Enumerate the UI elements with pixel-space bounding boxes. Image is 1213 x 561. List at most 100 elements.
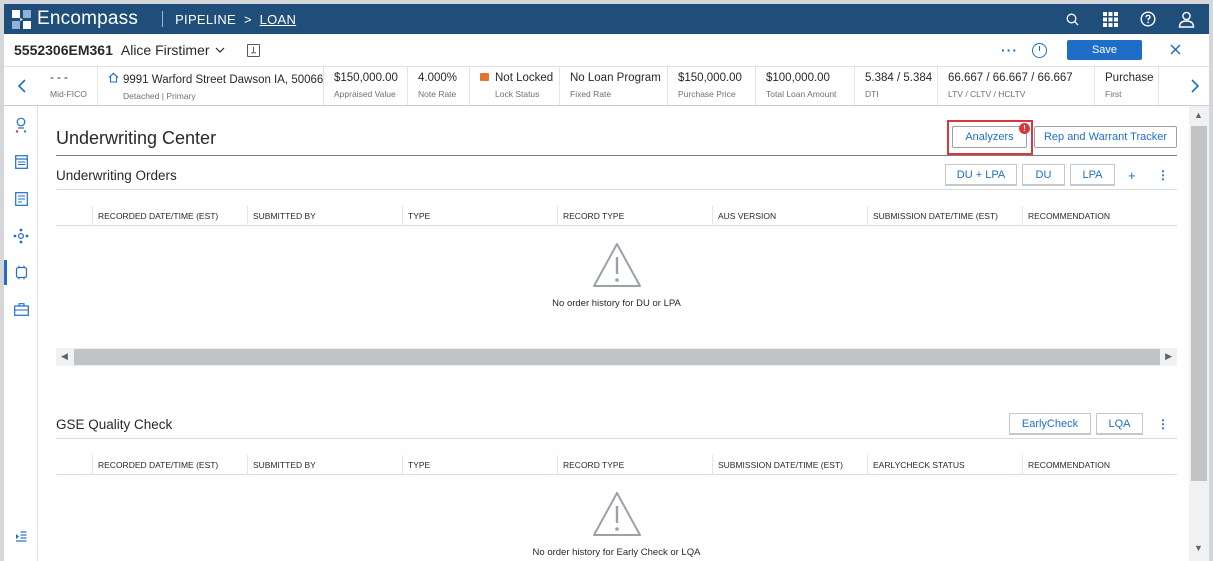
services-icon[interactable] (4, 217, 38, 254)
loan-number: 5552306EM361 (14, 42, 113, 58)
summary-value: 66.667 / 66.667 / 66.667 (948, 72, 1073, 84)
summary-label: Purchase Price (678, 89, 736, 99)
save-button[interactable]: Save (1067, 40, 1142, 60)
analyzers-button[interactable]: Analyzers (952, 126, 1027, 148)
help-icon[interactable] (1139, 10, 1157, 28)
empty-message: No order history for Early Check or LQA (532, 547, 701, 558)
column-header[interactable]: SUBMISSION DATE/TIME (EST) (867, 206, 1022, 226)
summary-lock-status: Not Locked Lock Status (470, 67, 560, 105)
scroll-up-arrow-icon[interactable]: ▲ (1194, 110, 1203, 120)
summary-label: First (1105, 89, 1122, 99)
summary-value: 4.000% (418, 72, 458, 84)
lock-icon (480, 73, 489, 81)
column-header[interactable]: SUBMISSION DATE/TIME (EST) (712, 455, 867, 475)
summary-dti: 5.384 / 5.384 DTI (855, 67, 938, 105)
close-icon[interactable] (1170, 42, 1181, 59)
lqa-button[interactable]: LQA (1096, 413, 1143, 435)
loan-summary-strip: - - - Mid-FICO 9991 Warford Street Dawso… (4, 66, 1209, 106)
column-header[interactable]: RECORDED DATE/TIME (EST) (92, 455, 247, 475)
column-header[interactable]: SUBMITTED BY (247, 455, 402, 475)
summary-purchase-price: $150,000.00 Purchase Price (668, 67, 756, 105)
apps-grid-icon[interactable] (1101, 10, 1119, 28)
summary-label: Detached | Primary (123, 91, 196, 101)
column-header[interactable]: RECOMMENDATION (1022, 455, 1177, 475)
breadcrumb-pipeline[interactable]: PIPELINE (175, 12, 236, 27)
left-tool-rail (4, 106, 38, 561)
summary-total-loan-amount: $100,000.00 Total Loan Amount (756, 67, 855, 105)
summary-appraised-value: $150,000.00 Appraised Value (324, 67, 408, 105)
chevron-left-icon[interactable] (4, 67, 40, 105)
du-lpa-button[interactable]: DU + LPA (945, 164, 1017, 186)
summary-label: DTI (865, 89, 879, 99)
du-button[interactable]: DU (1022, 164, 1065, 186)
divider (56, 189, 1177, 190)
divider (162, 11, 164, 27)
empty-message: No order history for DU or LPA (552, 298, 681, 309)
scroll-left-arrow-icon[interactable]: ◀ (61, 351, 68, 362)
summary-value: - - - (50, 72, 68, 84)
scrollbar-thumb[interactable] (1191, 126, 1207, 481)
summary-property: 9991 Warford Street Dawson IA, 50066 Det… (98, 67, 324, 105)
section-title-gse-quality-check: GSE Quality Check (56, 417, 173, 432)
column-header[interactable]: RECORD TYPE (557, 206, 712, 226)
summary-ltv: 66.667 / 66.667 / 66.667 LTV / CLTV / HC… (938, 67, 1095, 105)
loan-document-icon[interactable] (246, 43, 260, 57)
summary-label: Note Rate (418, 89, 457, 99)
column-header[interactable]: RECORDED DATE/TIME (EST) (92, 206, 247, 226)
summary-note-rate: 4.000% Note Rate (408, 67, 470, 105)
breadcrumb-loan[interactable]: LOAN (260, 12, 297, 27)
toolbox-icon[interactable] (4, 291, 38, 328)
more-options-button[interactable]: ··· (1001, 42, 1018, 58)
summary-label: Appraised Value (334, 89, 396, 99)
expand-icon[interactable] (4, 518, 38, 555)
column-header[interactable]: TYPE (402, 206, 557, 226)
orders-table-header: RECORDED DATE/TIME (EST) SUBMITTED BY TY… (56, 206, 1177, 226)
history-clock-icon[interactable] (1032, 42, 1047, 58)
lpa-button[interactable]: LPA (1070, 164, 1115, 186)
summary-value: 5.384 / 5.384 (865, 72, 933, 84)
earlycheck-button[interactable]: EarlyCheck (1009, 413, 1091, 435)
chevron-down-icon[interactable] (215, 44, 225, 56)
orders-empty-state: No order history for DU or LPA (56, 242, 1177, 309)
summary-label: LTV / CLTV / HCLTV (948, 89, 1026, 99)
scroll-right-arrow-icon[interactable]: ▶ (1165, 351, 1172, 362)
user-icon[interactable] (1177, 10, 1195, 28)
column-header[interactable]: EARLYCHECK STATUS (867, 455, 1022, 475)
column-header[interactable]: AUS VERSION (712, 206, 867, 226)
summary-value: No Loan Program (570, 72, 661, 84)
profile-icon[interactable] (4, 106, 38, 143)
alert-badge: ! (1019, 123, 1030, 134)
app-logo[interactable]: Encompass (12, 8, 138, 30)
borrower-name[interactable]: Alice Firstimer (121, 42, 210, 58)
column-header[interactable]: RECORD TYPE (557, 455, 712, 475)
more-vertical-icon[interactable]: ⋮ (1157, 417, 1169, 431)
underwriting-icon[interactable] (4, 254, 38, 291)
chevron-right-icon[interactable] (1181, 67, 1209, 105)
summary-label: Mid-FICO (50, 89, 87, 99)
search-icon[interactable] (1063, 10, 1081, 28)
add-order-button[interactable]: + (1128, 168, 1136, 183)
column-header[interactable]: TYPE (402, 455, 557, 475)
scrollbar-thumb[interactable] (74, 349, 1160, 365)
vertical-scrollbar[interactable]: ▲ ▼ (1189, 106, 1209, 561)
summary-value: Purchase (1105, 72, 1154, 84)
top-navigation-bar: Encompass PIPELINE > LOAN (4, 4, 1209, 34)
summary-label: Fixed Rate (570, 89, 612, 99)
warning-icon (56, 491, 1177, 540)
column-header[interactable]: RECOMMENDATION (1022, 206, 1177, 226)
home-icon (108, 72, 119, 86)
horizontal-scrollbar[interactable]: ◀ ▶ (56, 348, 1177, 366)
warning-icon (56, 242, 1177, 291)
forms-icon[interactable] (4, 143, 38, 180)
column-header[interactable]: SUBMITTED BY (247, 206, 402, 226)
scroll-down-arrow-icon[interactable]: ▼ (1194, 543, 1203, 553)
more-vertical-icon[interactable]: ⋮ (1157, 168, 1169, 182)
summary-loan-program: No Loan Program Fixed Rate (560, 67, 668, 105)
divider (56, 438, 1177, 439)
documents-icon[interactable] (4, 180, 38, 217)
rep-and-warrant-tracker-button[interactable]: Rep and Warrant Tracker (1034, 126, 1177, 148)
page-title: Underwriting Center (56, 128, 217, 148)
summary-value: 9991 Warford Street Dawson IA, 50066 (123, 74, 324, 86)
breadcrumb-separator: > (244, 11, 252, 27)
summary-label: Total Loan Amount (766, 89, 837, 99)
